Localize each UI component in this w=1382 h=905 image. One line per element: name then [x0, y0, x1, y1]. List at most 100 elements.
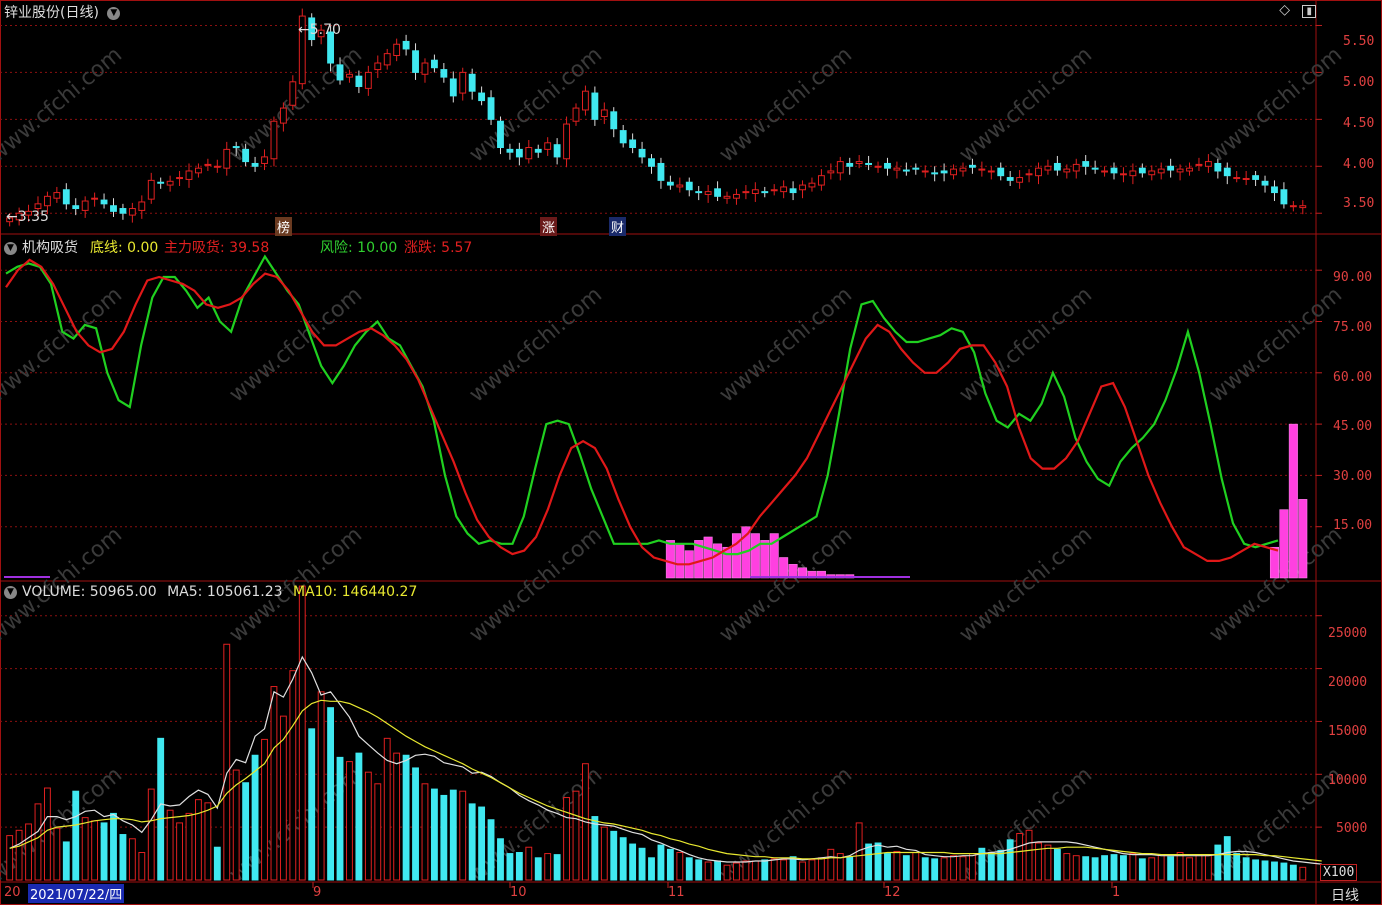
volume-bar: [789, 856, 797, 881]
volume-bar: [1053, 848, 1061, 881]
marker-bang[interactable]: 榜: [275, 217, 293, 236]
candle-body: [1110, 167, 1118, 174]
volume-bar: [657, 844, 665, 881]
candle-body: [1016, 177, 1024, 183]
volume-bar: [138, 852, 146, 881]
candle-body: [978, 168, 986, 171]
volume-bar: [251, 754, 259, 881]
item-label: 风险: [320, 240, 348, 256]
volume-bar: [1204, 855, 1212, 881]
candle-body: [1148, 170, 1156, 176]
x-month: 12: [884, 885, 901, 900]
volume-bar: [563, 797, 570, 881]
volume-bar: [987, 852, 995, 881]
period-tab[interactable]: 日线: [1331, 885, 1359, 905]
indicator-tick: 30.00: [1333, 469, 1373, 484]
candle-body: [100, 199, 108, 205]
candle-body: [940, 170, 948, 174]
candle-body: [62, 189, 70, 205]
candle-body: [1120, 173, 1127, 176]
candle-body: [383, 53, 391, 66]
candle-body: [195, 167, 202, 174]
candle-body: [72, 205, 80, 210]
volume-bar: [1082, 856, 1090, 881]
candle-body: [506, 148, 514, 153]
candle-body: [110, 205, 117, 212]
candle-body: [1138, 167, 1146, 174]
marker-zhang[interactable]: 涨: [540, 217, 558, 236]
candle-body: [827, 170, 835, 174]
candle-body: [1176, 168, 1184, 173]
volume-bar: [176, 822, 183, 881]
candle-body: [157, 181, 165, 184]
volume-bar: [402, 754, 410, 881]
volume-bar: [893, 850, 901, 881]
candle-body: [912, 167, 920, 170]
price-tick: 4.00: [1343, 157, 1375, 172]
volume-bar: [1289, 864, 1297, 881]
candle-body: [1261, 180, 1269, 186]
volume-bar: [912, 852, 920, 881]
candle-body: [817, 175, 825, 186]
stock-chart[interactable]: www.cfchi.com www.cfchi.com www.cfchi.com w…: [0, 0, 1382, 905]
volume-bar: [128, 838, 136, 881]
dropdown-icon[interactable]: ▼: [4, 241, 17, 255]
absorb-bar: [750, 533, 760, 579]
candle-body: [525, 147, 533, 160]
volume-bar: [72, 790, 80, 881]
candle-body: [1242, 177, 1250, 180]
volume-bar: [430, 788, 438, 881]
panel-toggle-icon[interactable]: ▮: [1302, 5, 1316, 18]
volume-bar: [685, 857, 693, 881]
top-right-icons: ◇ ▮: [1279, 2, 1316, 18]
candle-body: [412, 50, 419, 73]
volume-bar: [166, 809, 174, 881]
candle-body: [1101, 170, 1108, 173]
volume-bar: [100, 822, 108, 881]
absorb-bar: [675, 543, 685, 579]
volume-bar: [780, 859, 788, 881]
volume-bar: [449, 789, 457, 881]
absorb-bar: [665, 540, 675, 579]
volume-bar: [1025, 829, 1033, 881]
volume-bar: [610, 830, 618, 881]
candle-body: [336, 64, 344, 81]
absorb-bar: [788, 564, 798, 579]
volume-bar: [600, 826, 608, 881]
watermark-text: www.cfchi.com: [715, 42, 857, 167]
volume-bar: [997, 849, 1005, 881]
volume-bar: [440, 794, 448, 881]
volume-bar: [91, 820, 99, 881]
dropdown-icon[interactable]: ▼: [107, 6, 121, 20]
volume-bar: [62, 841, 70, 881]
volume-bar: [270, 686, 278, 881]
item-value: 39.58: [229, 240, 270, 256]
indicator-item-absorb: 主力吸货: 39.58: [164, 240, 270, 256]
candle-body: [780, 186, 788, 193]
volume-bar: [799, 861, 806, 881]
marker-cai[interactable]: 财: [609, 217, 627, 236]
watermark-text: www.cfchi.com: [955, 42, 1097, 167]
volume-bar: [534, 857, 542, 881]
dropdown-icon[interactable]: ▼: [4, 585, 17, 599]
volume-bar: [327, 707, 335, 881]
volume-bar: [1280, 862, 1288, 881]
candle-body: [1129, 170, 1137, 177]
candle-body: [459, 71, 467, 94]
volume-bar: [506, 853, 514, 881]
indicator-tick: 90.00: [1333, 270, 1373, 285]
watermark-text: www.cfchi.com: [1205, 42, 1347, 167]
volume-bar: [487, 819, 495, 881]
candle-body: [582, 90, 589, 111]
volume-bar: [364, 771, 372, 881]
candle-body: [751, 189, 759, 195]
candle-body: [836, 161, 844, 174]
volume-bar: [1261, 860, 1269, 881]
volume-bar: [515, 852, 523, 881]
candle-body: [1280, 189, 1288, 205]
indicator-item-bottom: 底线: 0.00: [90, 240, 159, 256]
diamond-icon[interactable]: ◇: [1279, 2, 1290, 18]
volume-bar: [638, 847, 646, 881]
candle-body: [931, 172, 939, 175]
volume-bar: [110, 812, 117, 881]
